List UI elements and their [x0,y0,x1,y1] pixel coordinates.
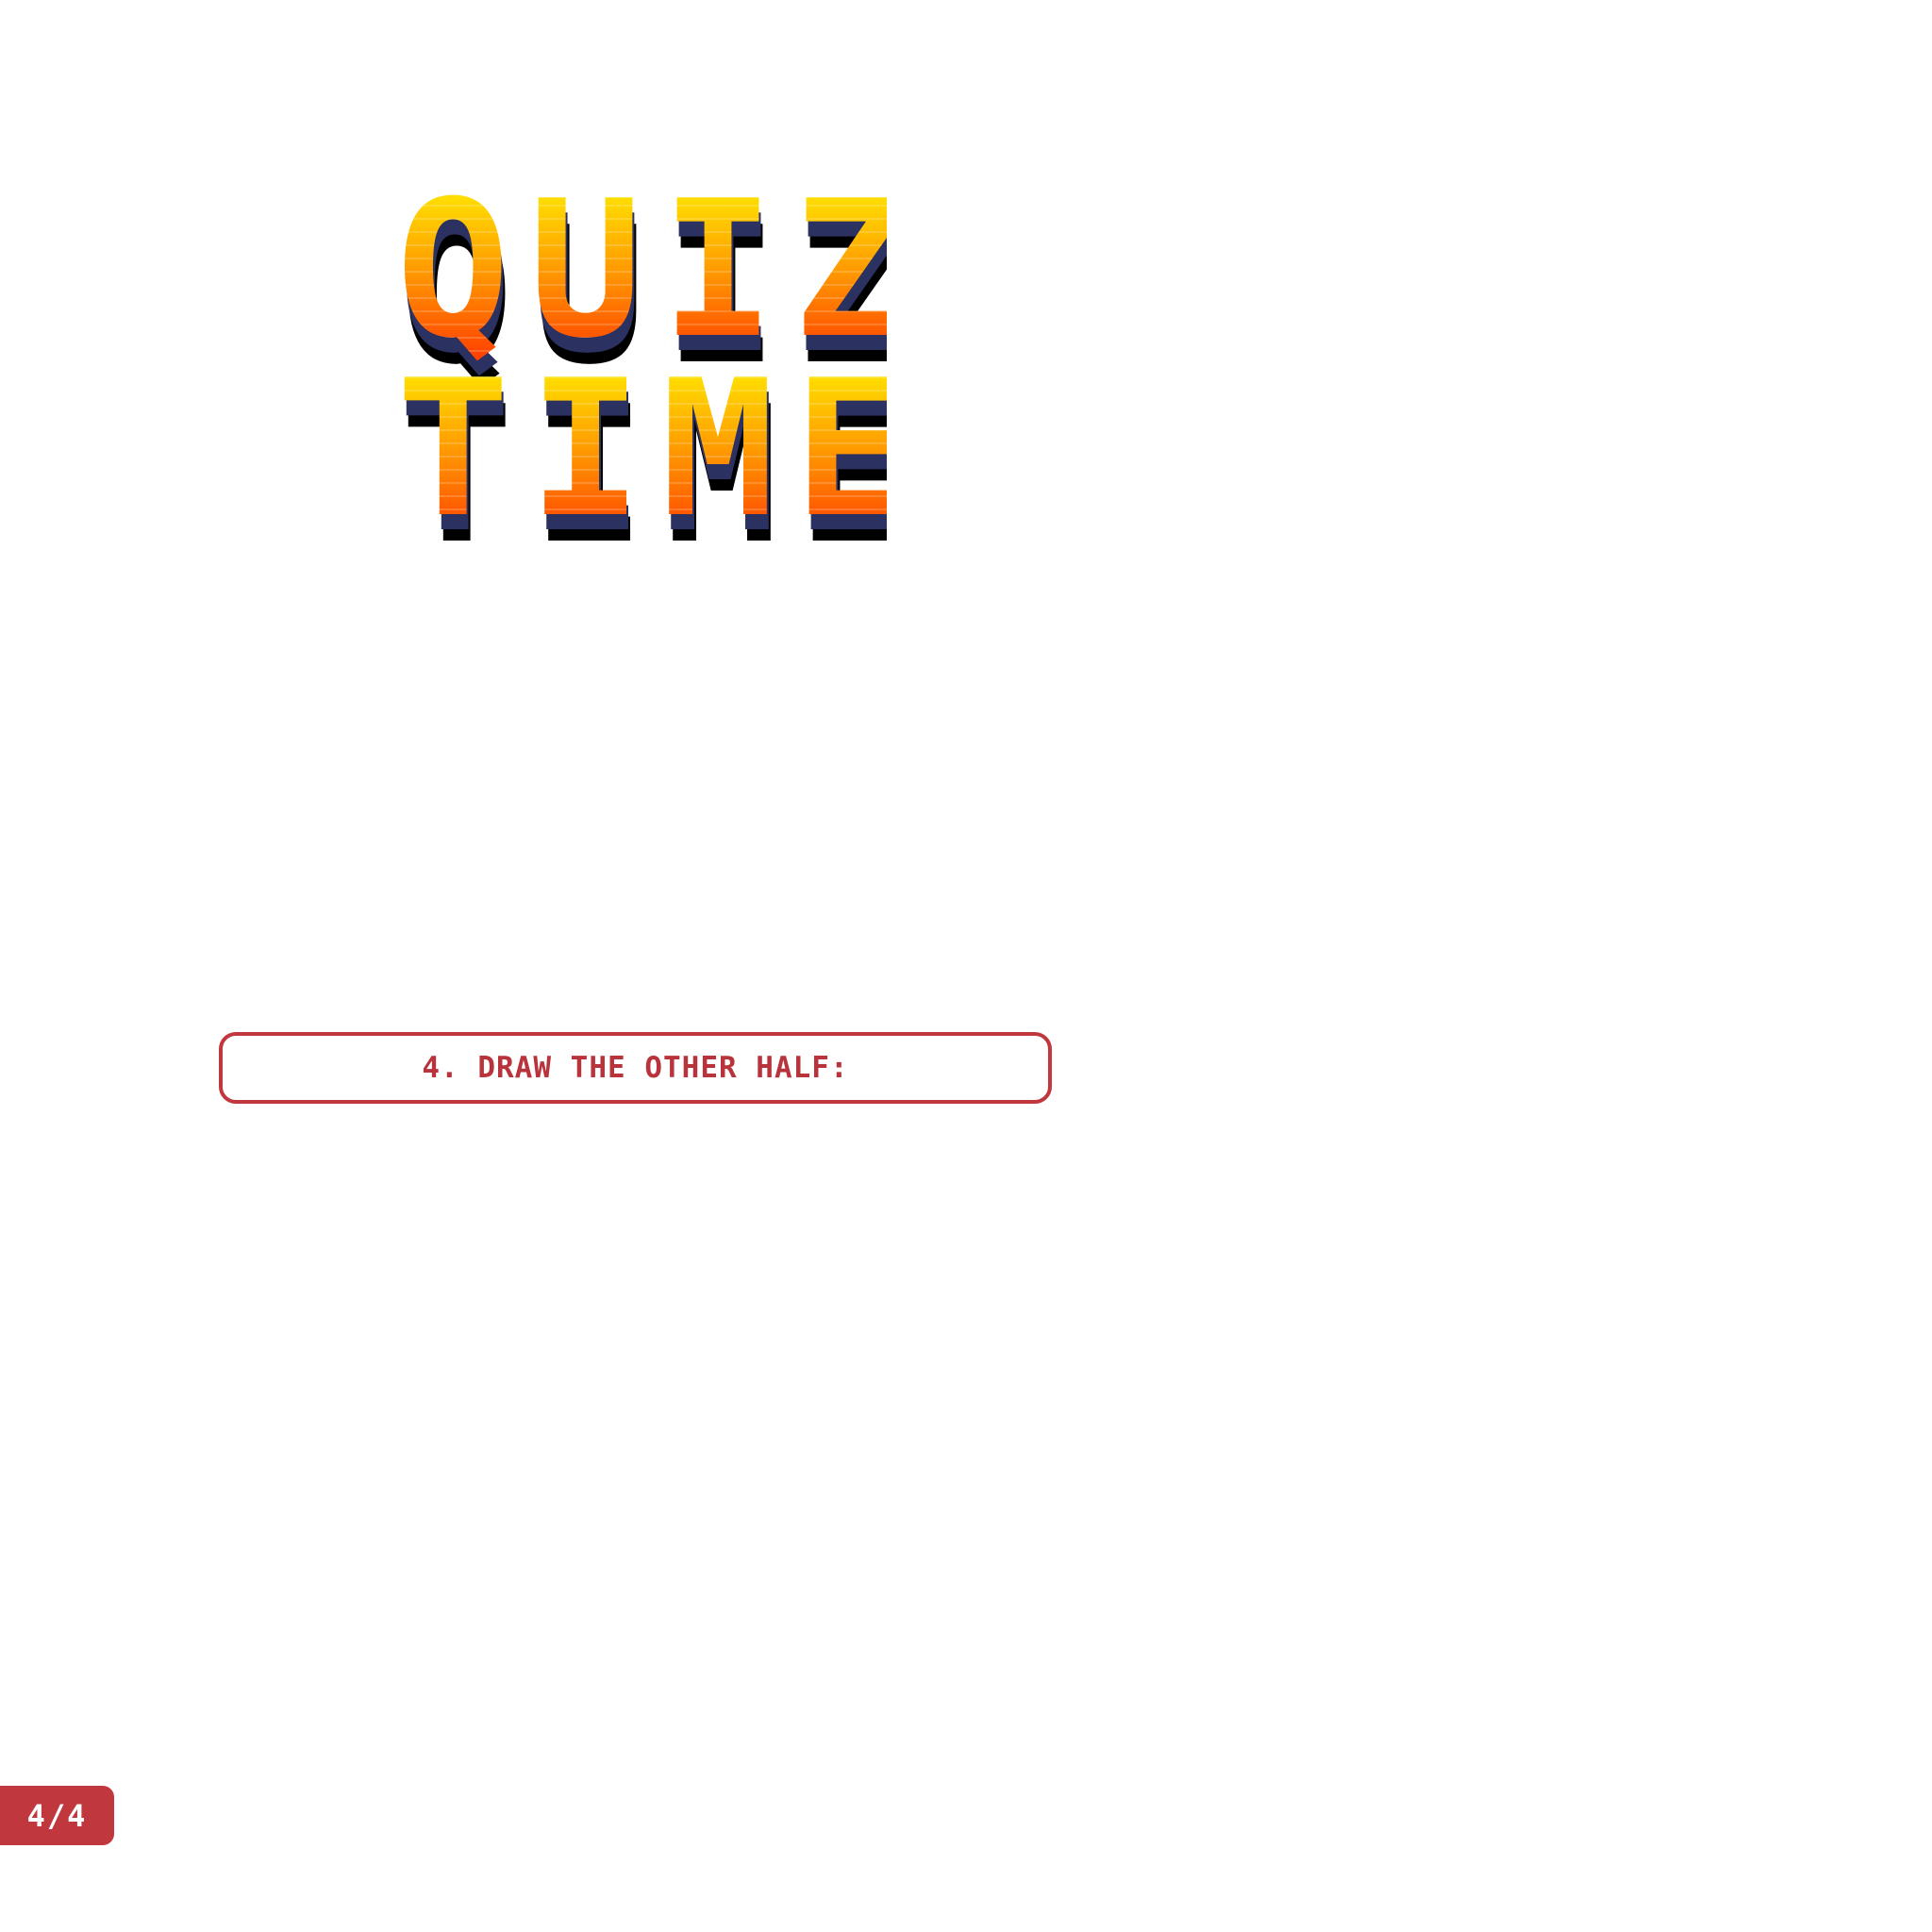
title-line-2-stripes: TIME [396,340,887,552]
quiz-time-title-graphic: QUIZ QUIZ QUIZ QUIZ TIME TIME TIME TIME [396,193,887,552]
quiz-page: QUIZ QUIZ QUIZ QUIZ TIME TIME TIME TIME … [0,0,1932,1932]
question-box: 4. Draw the other half: [219,1032,1052,1104]
question-text: 4. Draw the other half: [422,1051,849,1085]
page-indicator-badge: 4/4 [0,1786,114,1845]
page-indicator-label: 4/4 [26,1797,88,1834]
title-line-2: TIME TIME TIME TIME [396,340,887,552]
quiz-time-title: QUIZ QUIZ QUIZ QUIZ TIME TIME TIME TIME [396,193,887,552]
